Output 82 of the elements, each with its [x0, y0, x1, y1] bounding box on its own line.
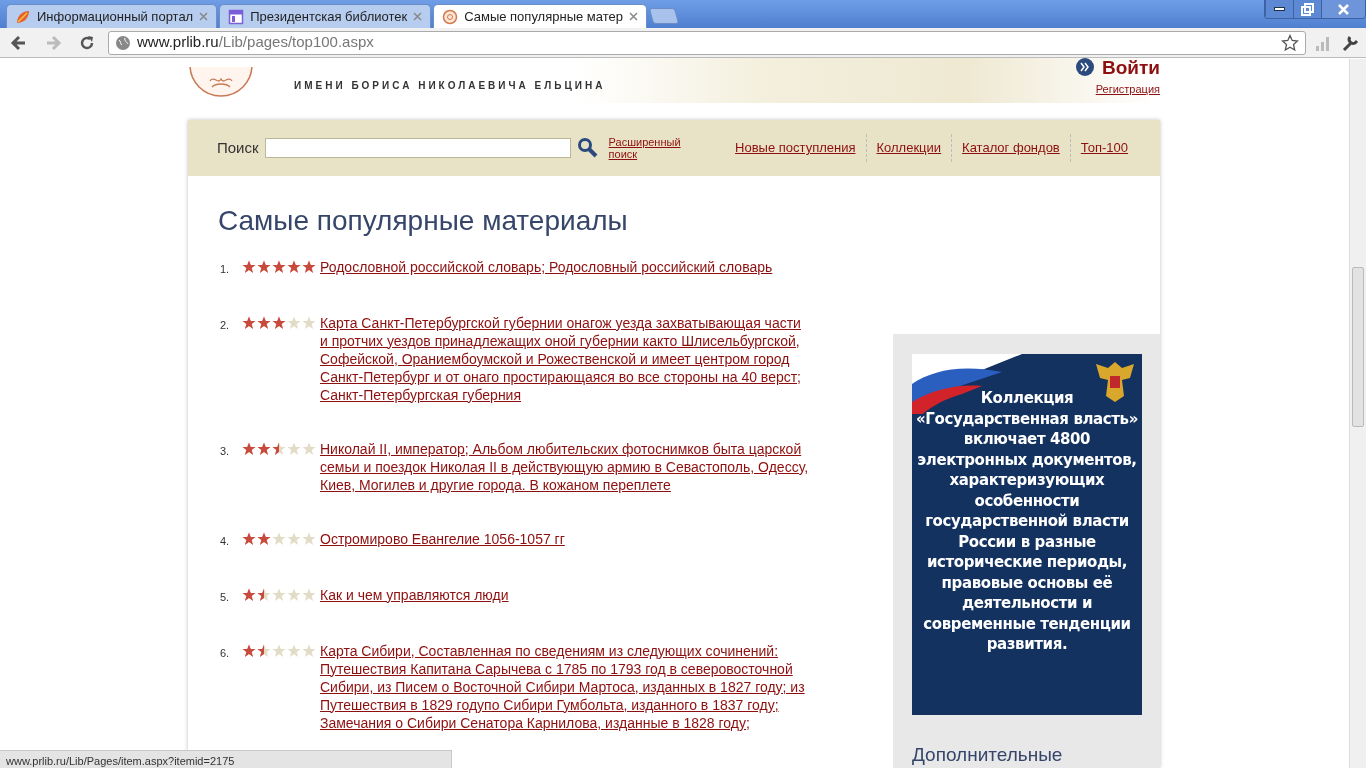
item-link[interactable]: Карта Санкт-Петербургской губернии онагож уезда захватывающая части и протчих уездов принадлежащих оной губернии както Шлисельбургской, Софейской, Ораниембоумской и Рожественской и имеет центром город Санкт-Петербург и от онаго простирающаяся во все стороны на 40 верст; Санкт-Петербургская губерния	[320, 313, 810, 404]
star-icon	[287, 587, 301, 602]
url-text: www.prlib.ru/Lib/pages/top100.aspx	[137, 32, 374, 53]
star-icon	[242, 531, 256, 546]
search-icon[interactable]	[576, 137, 599, 159]
browser-tab[interactable]: Информационный портал	[6, 4, 218, 28]
restore-icon	[1300, 1, 1315, 17]
star-icon	[242, 587, 256, 602]
browser-tab[interactable]: Самые популярные матер	[433, 4, 647, 28]
restore-button[interactable]	[1293, 0, 1321, 18]
sidebar-heading: Дополнительные	[912, 743, 1064, 767]
star-icon	[287, 441, 301, 456]
status-url: www.prlib.ru/Lib/Pages/item.aspx?itemid=2175	[0, 750, 452, 768]
star-icon	[257, 259, 271, 274]
close-icon[interactable]	[628, 12, 638, 21]
nav-link[interactable]: Топ-100	[1069, 134, 1138, 162]
back-icon[interactable]	[10, 33, 28, 52]
item-link[interactable]: Родословной российской словарь; Родословный российский словарь	[320, 257, 810, 278]
address-bar[interactable]: www.prlib.ru/Lib/pages/top100.aspx	[108, 30, 1306, 55]
item-number: 5.	[219, 589, 231, 605]
bookmark-star-icon[interactable]	[1281, 33, 1299, 52]
close-button[interactable]	[1321, 0, 1365, 18]
seal-icon	[442, 8, 459, 25]
star-icon	[272, 587, 286, 602]
star-icon	[272, 531, 286, 546]
star-icon	[257, 643, 271, 658]
star-icon	[287, 259, 301, 274]
star-icon	[242, 441, 256, 456]
banner-text: Коллекция «Государственная власть» включает 4800 электронных документов, характеризующих особенности государственной власти России в разные исторические периоды, правовые основы её деятельности и современные тенденции развития.	[915, 388, 1139, 655]
window-icon	[228, 8, 245, 25]
minimize-icon	[1274, 7, 1285, 11]
nav-link[interactable]: Каталог фондов	[951, 134, 1070, 162]
double-chevron-icon	[1076, 58, 1094, 76]
item-number: 6.	[219, 645, 231, 661]
star-icon	[257, 587, 271, 602]
star-icon	[272, 315, 286, 330]
star-icon	[302, 259, 316, 274]
item-number: 2.	[219, 317, 231, 333]
star-icon	[287, 643, 301, 658]
close-icon	[1336, 1, 1351, 17]
tab-title: Президентская библиотек	[250, 7, 408, 26]
star-icon	[242, 643, 256, 658]
search-label: Поиск	[217, 137, 259, 158]
item-number: 3.	[219, 443, 231, 459]
star-icon	[302, 315, 316, 330]
star-icon	[287, 315, 301, 330]
item-link[interactable]: Николай II, император; Альбом любительских фотоснимков быта царской семьи и поездок Николая II в действующую армию в Севастополь, Одессу, Киев, Могилев и другие города. В кожаном переплете	[320, 439, 810, 494]
browser-tab[interactable]: Президентская библиотек	[219, 4, 432, 28]
library-subtitle: ИМЕНИ БОРИСА НИКОЛАЕВИЧА ЕЛЬЦИНА	[294, 79, 606, 93]
nav-link[interactable]: Коллекции	[865, 134, 952, 162]
globe-icon	[115, 34, 131, 51]
collection-banner[interactable]	[912, 354, 1142, 715]
star-icon	[272, 441, 286, 456]
item-link[interactable]: Карта Сибири, Составленная по сведениям из следующих сочинений: Путешествия Капитана Сарычева с 1785 по 1793 год в северовосточной Сибири, из Писем о Восточной Сибири Мартоса, изданных в 1827 году; из Путешествия в 1829 годупо Сибири Гумбольта, изданного в 1837 году; Замечания о Сибири Сенатора Карнилова, изданные в 1828 году;	[320, 641, 810, 732]
reload-icon[interactable]	[78, 33, 96, 52]
item-number: 1.	[219, 261, 231, 277]
star-icon	[272, 643, 286, 658]
star-icon	[257, 531, 271, 546]
search-field[interactable]	[264, 138, 571, 158]
nav-link[interactable]: Новые поступления	[725, 134, 866, 162]
star-icon	[272, 259, 286, 274]
star-icon	[302, 531, 316, 546]
star-icon	[302, 441, 316, 456]
page-title: Самые популярные материалы	[218, 204, 629, 238]
item-link[interactable]: Остромирово Евангелие 1056-1057 гг	[320, 529, 810, 550]
item-number: 4.	[219, 533, 231, 549]
item-link[interactable]: Как и чем управляются люди	[320, 585, 810, 606]
scrollbar[interactable]	[1349, 59, 1366, 768]
minimize-button[interactable]	[1265, 0, 1293, 18]
leaf-icon	[15, 8, 31, 25]
star-icon	[242, 315, 256, 330]
tab-title: Информационный портал	[37, 7, 194, 26]
advanced-search-link[interactable]: Расширенный поиск	[608, 136, 689, 160]
star-icon	[302, 643, 316, 658]
star-icon	[242, 259, 256, 274]
star-icon	[287, 531, 301, 546]
tab-title: Самые популярные матер	[464, 7, 623, 26]
login-link[interactable]: Войти	[1076, 57, 1160, 77]
star-icon	[302, 587, 316, 602]
register-link[interactable]: Регистрация	[1095, 80, 1160, 97]
star-icon	[257, 315, 271, 330]
star-icon	[257, 441, 271, 456]
